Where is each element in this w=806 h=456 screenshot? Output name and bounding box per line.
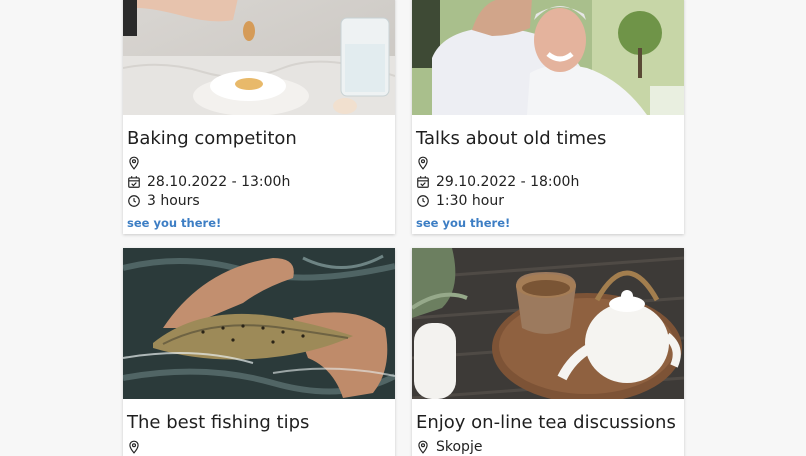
event-location-row [127, 153, 391, 172]
event-duration: 1:30 hour [436, 192, 504, 209]
event-location-row [416, 153, 680, 172]
event-card[interactable]: The best fishing tips [123, 248, 395, 456]
event-card[interactable]: Talks about old times 29.10.2022 - 18:00… [412, 0, 684, 234]
events-page: Baking competiton 28.10.2022 - 13:00h 3 … [0, 0, 806, 456]
event-card[interactable]: Baking competiton 28.10.2022 - 13:00h 3 … [123, 0, 395, 234]
event-date-row: 28.10.2022 - 13:00h [127, 172, 391, 191]
map-pin-icon [127, 440, 141, 454]
event-title: Talks about old times [416, 128, 607, 149]
event-title: Baking competiton [127, 128, 297, 149]
calendar-icon [416, 175, 430, 189]
event-date-row: 29.10.2022 - 18:00h [416, 172, 680, 191]
event-location-row [127, 437, 391, 456]
map-pin-icon [416, 440, 430, 454]
event-duration-row: 3 hours [127, 191, 391, 210]
event-card[interactable]: Enjoy on-line tea discussions Skopje [412, 248, 684, 456]
event-location: Skopje [436, 438, 483, 455]
event-title: The best fishing tips [127, 412, 310, 433]
map-pin-icon [127, 156, 141, 170]
event-photo-fishing [123, 248, 395, 399]
event-photo-tea [412, 248, 684, 399]
map-pin-icon [416, 156, 430, 170]
event-duration: 3 hours [147, 192, 200, 209]
event-location-row: Skopje [416, 437, 680, 456]
clock-icon [416, 194, 430, 208]
event-photo-baking [123, 0, 395, 115]
see-you-there-link[interactable]: see you there! [127, 216, 221, 230]
calendar-icon [127, 175, 141, 189]
event-title: Enjoy on-line tea discussions [416, 412, 676, 433]
event-photo-talks [412, 0, 684, 115]
event-duration-row: 1:30 hour [416, 191, 680, 210]
event-datetime: 28.10.2022 - 13:00h [147, 173, 291, 190]
see-you-there-link[interactable]: see you there! [416, 216, 510, 230]
clock-icon [127, 194, 141, 208]
event-datetime: 29.10.2022 - 18:00h [436, 173, 580, 190]
